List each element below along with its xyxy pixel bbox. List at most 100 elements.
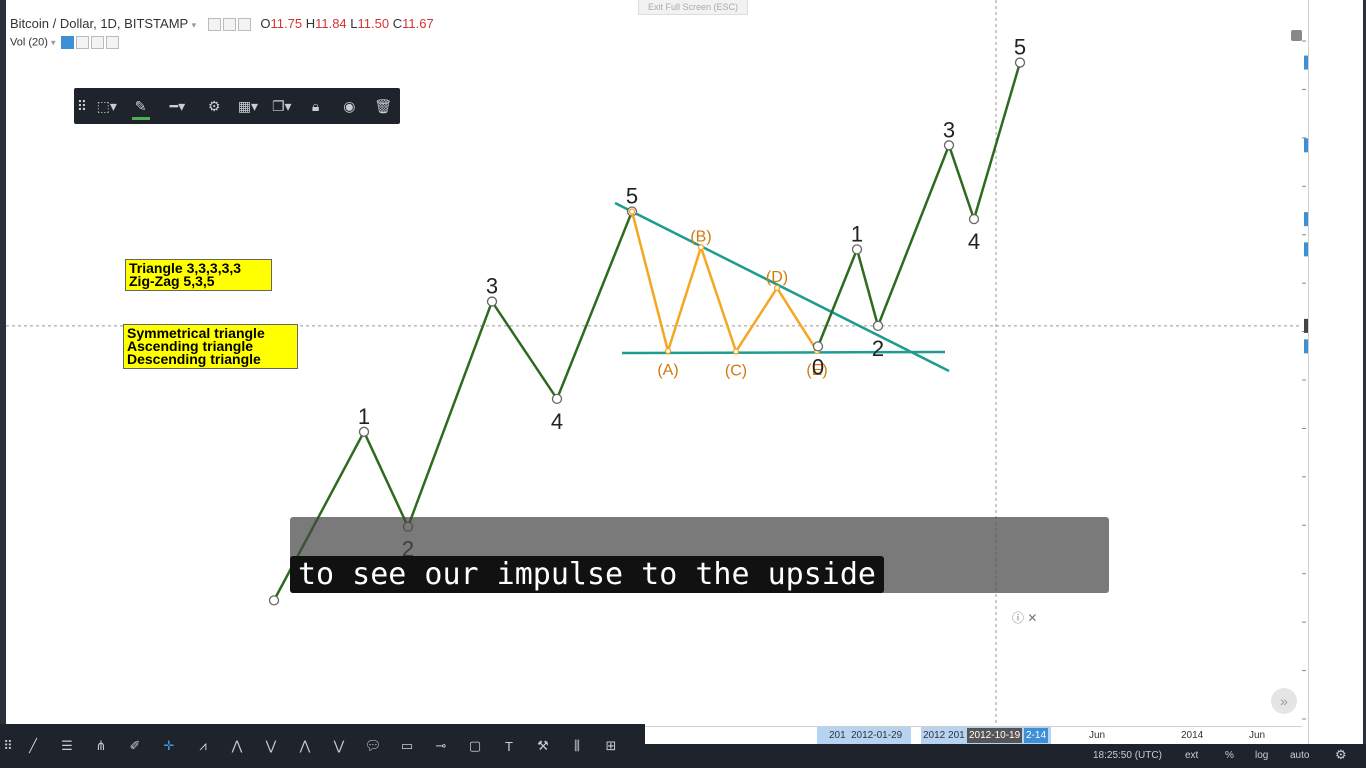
pencil-icon[interactable]: ✎ <box>124 88 158 124</box>
eye-icon[interactable]: ◉ <box>332 88 366 124</box>
time-label: Jun <box>1089 730 1106 741</box>
horizontal-ray-icon[interactable]: ⊸ <box>424 724 458 768</box>
note-line: Zig-Zag 5,3,5 <box>129 273 215 289</box>
drawing-toolbar: ⠿ ⬚▾ ✎ ━▾ ⚙ ▦▾ ❐▾ 🔒︎ ◉ 🗑︎ <box>74 88 400 124</box>
ohlc-close: 11.67 <box>402 16 434 31</box>
impulse-wave-1-label: 1 <box>358 404 370 429</box>
layers-icon[interactable]: ▦▾ <box>231 88 265 124</box>
impulse-wave-1-point <box>268 595 280 606</box>
note-triangle-zigzag[interactable]: Triangle 3,3,3,3,3 Zig-Zag 5,3,5 <box>125 259 272 291</box>
time-label: 2014 <box>1181 730 1204 741</box>
eye-icon[interactable] <box>60 36 74 49</box>
parallel-channel-icon[interactable]: ☰ <box>50 724 84 768</box>
pitchfork-icon[interactable]: ⋔ <box>84 724 118 768</box>
triangle-wave-icon[interactable]: ⋀ <box>288 724 322 768</box>
symbol-title[interactable]: Bitcoin / Dollar, 1D, BITSTAMP <box>10 16 188 31</box>
chevron-down-icon[interactable]: ▾ <box>192 20 197 30</box>
impulse-wave-2-line <box>816 62 1022 347</box>
impulse-wave-2-point <box>968 213 980 225</box>
select-area-icon[interactable]: ⬚▾ <box>90 88 124 124</box>
close-icon[interactable] <box>105 36 119 49</box>
text-icon[interactable]: T <box>492 724 526 768</box>
triangle-upper-trendline <box>614 201 950 373</box>
chevron-down-icon[interactable]: ▾ <box>51 37 56 47</box>
impulse-wave-2-point <box>812 341 824 352</box>
drag-handle-icon[interactable]: ⠿ <box>74 88 90 124</box>
log-toggle[interactable]: log <box>1255 750 1268 761</box>
trash-icon[interactable]: 🗑︎ <box>366 88 400 124</box>
bar-pattern-icon[interactable]: ⫼ <box>560 724 594 768</box>
impulse-wave-2-label: 2 <box>872 336 884 361</box>
ohlc-low-key: L <box>350 16 358 31</box>
price-scale[interactable] <box>1308 0 1363 744</box>
triangle-wave-point <box>732 348 740 355</box>
time-cursor-tag: 2012-10-19 <box>967 728 1023 743</box>
info-close-group[interactable]: ⓘ ✕ <box>1012 609 1037 626</box>
time-label: 2-14 <box>1024 728 1049 743</box>
magic-icon[interactable]: ⚒ <box>526 724 560 768</box>
rectangle-icon[interactable]: ▢ <box>458 724 492 768</box>
scroll-forward-button[interactable]: » <box>1271 688 1297 714</box>
trend-line-icon[interactable]: ╱ <box>16 724 50 768</box>
lock-icon[interactable] <box>1291 30 1302 41</box>
impulse-wave-2-point <box>872 320 884 332</box>
settings-icon[interactable] <box>75 36 89 49</box>
time-axis[interactable]: 201 2012-01-29 2012 201 2012-10-19 2-14 … <box>645 726 1302 745</box>
eye-icon[interactable] <box>207 18 221 32</box>
callout-icon[interactable]: 💬︎ <box>356 724 390 768</box>
time-label: 2012-01-29 <box>851 730 903 741</box>
bottom-drawing-toolbar: ⠿ ╱ ☰ ⋔ ✐ ✛ ⩘ ⋀ ⋁ ⋀ ⋁ 💬︎ ▭ ⊸ ▢ T ⚒ ⫼ ⊞ <box>0 724 645 768</box>
ext-toggle[interactable]: ext <box>1185 750 1198 761</box>
brush-icon[interactable]: ✐ <box>118 724 152 768</box>
impulse-wave-2-label: 1 <box>851 221 863 246</box>
ohlc-low: 11.50 <box>357 16 390 31</box>
clone-icon[interactable]: ❐▾ <box>265 88 299 124</box>
triangle-wave-line <box>630 211 819 356</box>
settings-icon[interactable] <box>222 18 236 32</box>
volume-label[interactable]: Vol (20) <box>10 36 48 48</box>
triangle-wave-point <box>697 244 705 251</box>
exit-full-screen-button[interactable]: Exit Full Screen (ESC) <box>638 0 748 15</box>
lock-icon[interactable]: 🔒︎ <box>299 88 333 124</box>
ohlc-open-key: O <box>260 16 271 31</box>
comment-icon[interactable]: ▭ <box>390 724 424 768</box>
impulse-wave-2-label: 5 <box>1014 35 1026 60</box>
triangle-wave-label: (C) <box>725 362 747 379</box>
auto-toggle[interactable]: auto <box>1290 750 1309 761</box>
clock-time: 18:25:50 (UTC) <box>1093 750 1162 761</box>
percent-toggle[interactable]: % <box>1225 750 1234 761</box>
gear-icon[interactable]: ⚙ <box>197 88 231 124</box>
impulse-wave-2-label: 0 <box>812 354 824 379</box>
impulse-wave-icon[interactable]: ⋀ <box>220 724 254 768</box>
time-label: 201 <box>829 730 846 741</box>
status-bar: 18:25:50 (UTC) ext % log auto ⚙ <box>645 744 1366 768</box>
symbol-header: Bitcoin / Dollar, 1D, BITSTAMP ▾ O11.75 … <box>10 16 434 32</box>
triangle-wave-label: (B) <box>690 228 711 245</box>
triangle-wave-point <box>628 208 636 215</box>
triangle-wave-label: (D) <box>766 269 788 286</box>
pattern-icon[interactable]: ⩘ <box>186 724 220 768</box>
add-icon[interactable] <box>90 36 104 49</box>
grid-icon[interactable]: ⊞ <box>594 724 628 768</box>
time-label: 2012 201 <box>923 730 965 741</box>
correction-wave-icon[interactable]: ⋁ <box>254 724 288 768</box>
gear-icon[interactable]: ⚙ <box>1335 747 1347 763</box>
volume-header: Vol (20) ▾ <box>10 36 119 49</box>
ohlc-values: O11.75 H11.84 L11.50 C11.67 <box>260 16 433 31</box>
close-icon[interactable] <box>237 18 251 32</box>
note-line: Descending triangle <box>127 351 261 367</box>
ohlc-close-key: C <box>392 16 403 31</box>
double-combo-wave-icon[interactable]: ⋁ <box>322 724 356 768</box>
crosshair-icon[interactable]: ✛ <box>152 724 186 768</box>
drag-handle-icon[interactable]: ⠿ <box>0 724 16 768</box>
line-style-icon[interactable]: ━▾ <box>158 88 198 124</box>
triangle-wave-point <box>664 347 672 355</box>
impulse-wave-2-label: 4 <box>968 229 980 254</box>
impulse-wave-1-label: 3 <box>486 274 498 299</box>
impulse-wave-1-label: 5 <box>626 183 638 208</box>
impulse-wave-1-label: 4 <box>551 409 563 434</box>
triangle-wave-point <box>773 284 781 292</box>
note-triangle-types[interactable]: Symmetrical triangle Ascending triangle … <box>123 324 298 369</box>
ohlc-high: 11.84 <box>315 16 347 31</box>
impulse-wave-1-point <box>551 393 563 405</box>
